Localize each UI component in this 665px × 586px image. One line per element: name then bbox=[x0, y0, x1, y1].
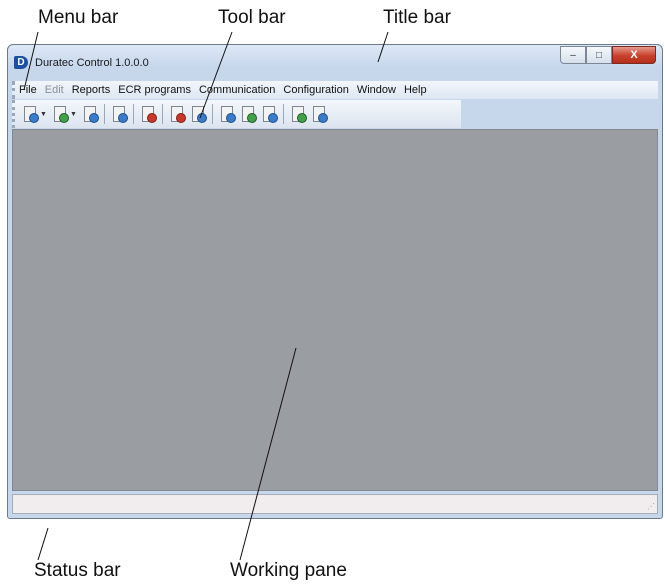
minimize-button[interactable]: – bbox=[560, 46, 586, 64]
menu-window[interactable]: Window bbox=[357, 84, 396, 96]
callout-menu-bar: Menu bar bbox=[38, 7, 119, 28]
resize-grip-icon[interactable]: ⋰ bbox=[647, 502, 655, 511]
working-pane[interactable] bbox=[12, 129, 658, 491]
toolbar-separator bbox=[161, 104, 163, 124]
tool-bar: ▼ ▼ bbox=[12, 100, 461, 128]
menu-file[interactable]: File bbox=[19, 84, 37, 96]
title-bar[interactable]: D Duratec Control 1.0.0.0 – □ X bbox=[8, 45, 662, 79]
application-window: D Duratec Control 1.0.0.0 – □ X File Edi… bbox=[7, 44, 663, 519]
toolbar-separator bbox=[282, 104, 284, 124]
new-document-icon[interactable] bbox=[51, 104, 69, 124]
ecr-send-icon[interactable] bbox=[189, 104, 207, 124]
menu-help[interactable]: Help bbox=[404, 84, 427, 96]
leader-status-bar bbox=[37, 527, 49, 561]
network-config-icon[interactable] bbox=[239, 104, 257, 124]
dropdown-arrow-icon[interactable]: ▼ bbox=[40, 111, 47, 118]
minimize-icon: – bbox=[570, 49, 576, 61]
menu-reports[interactable]: Reports bbox=[72, 84, 111, 96]
ecr-stop-icon[interactable] bbox=[168, 104, 186, 124]
ecr-transfer-icon[interactable] bbox=[110, 104, 128, 124]
report-view-icon[interactable] bbox=[218, 104, 236, 124]
app-logo-icon: D bbox=[14, 56, 28, 69]
dropdown-arrow-icon[interactable]: ▼ bbox=[70, 111, 77, 118]
menu-edit[interactable]: Edit bbox=[45, 84, 64, 96]
maximize-button[interactable]: □ bbox=[586, 46, 612, 64]
callout-title-bar: Title bar bbox=[383, 7, 451, 28]
view-document-icon[interactable] bbox=[21, 104, 39, 124]
callout-status-bar: Status bar bbox=[34, 560, 121, 581]
ecr-edit-icon[interactable] bbox=[139, 104, 157, 124]
toolbar-separator bbox=[103, 104, 105, 124]
toolbar-separator bbox=[132, 104, 134, 124]
window-title: Duratec Control 1.0.0.0 bbox=[35, 57, 149, 69]
caption-buttons: – □ X bbox=[560, 46, 656, 64]
config-settings-icon[interactable] bbox=[260, 104, 278, 124]
callout-working-pane: Working pane bbox=[230, 560, 347, 581]
database-view-icon[interactable] bbox=[81, 104, 99, 124]
menu-configuration[interactable]: Configuration bbox=[283, 84, 348, 96]
menu-communication[interactable]: Communication bbox=[199, 84, 275, 96]
printer-wireless-icon[interactable] bbox=[310, 104, 328, 124]
close-button[interactable]: X bbox=[612, 46, 656, 64]
toolbar-separator bbox=[211, 104, 213, 124]
menu-ecr-programs[interactable]: ECR programs bbox=[118, 84, 191, 96]
printer-icon[interactable] bbox=[289, 104, 307, 124]
callout-tool-bar: Tool bar bbox=[218, 7, 286, 28]
status-bar: ⋰ bbox=[12, 494, 658, 514]
menu-bar: File Edit Reports ECR programs Communica… bbox=[12, 81, 658, 99]
close-icon: X bbox=[630, 49, 638, 61]
maximize-icon: □ bbox=[595, 49, 603, 61]
